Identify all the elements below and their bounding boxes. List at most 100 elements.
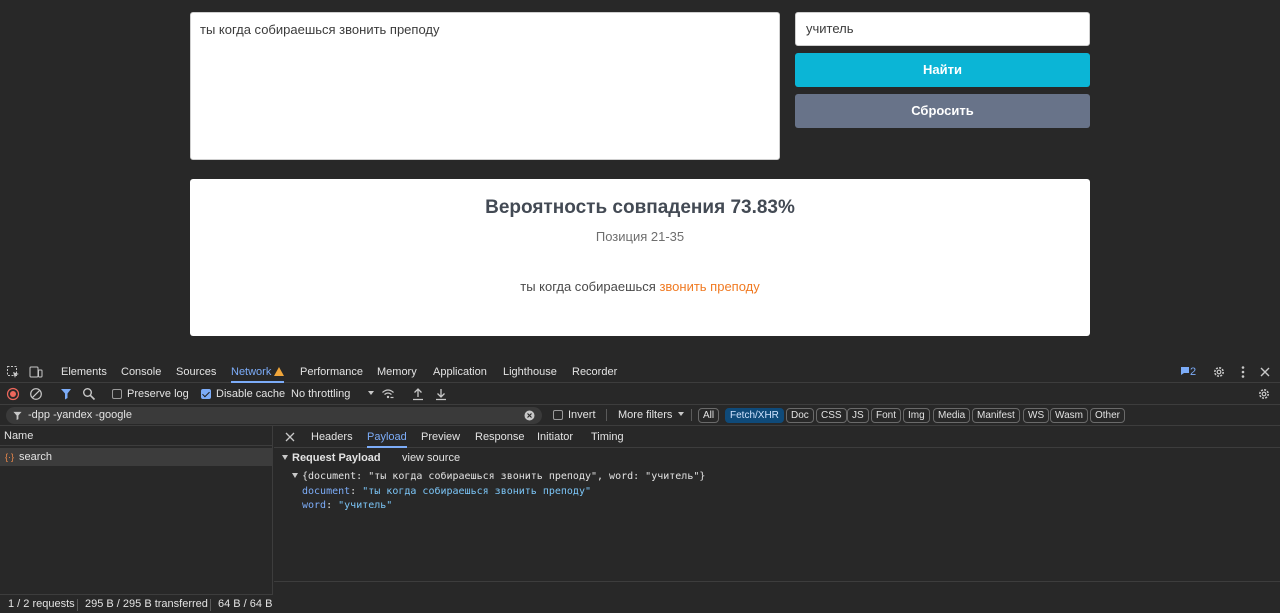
chip-manifest[interactable]: Manifest xyxy=(972,408,1020,423)
status-requests: 1 / 2 requests xyxy=(8,598,75,610)
word-input[interactable]: учитель xyxy=(795,12,1090,46)
tab-network-label: Network xyxy=(231,366,272,378)
issues-counter[interactable]: 2 xyxy=(1180,361,1196,383)
view-source-link[interactable]: view source xyxy=(402,452,460,464)
tab-sources[interactable]: Sources xyxy=(176,361,216,383)
issues-icon xyxy=(1181,367,1189,375)
disable-cache-checkbox[interactable] xyxy=(201,389,211,399)
tab-payload[interactable]: Payload xyxy=(367,426,407,448)
search-icon[interactable] xyxy=(82,387,96,401)
divider xyxy=(606,409,607,421)
tab-timing[interactable]: Timing xyxy=(591,426,624,448)
tab-memory[interactable]: Memory xyxy=(377,361,417,383)
export-har-icon[interactable] xyxy=(434,387,448,401)
result-text: ты когда собираешься звонить преподу xyxy=(190,279,1090,294)
name-column-header[interactable]: Name xyxy=(0,426,273,446)
find-button[interactable]: Найти xyxy=(795,53,1090,87)
result-text-highlight: звонить преподу xyxy=(659,279,760,294)
filter-input[interactable]: -dpp -yandex -google xyxy=(6,407,542,424)
tab-initiator[interactable]: Initiator xyxy=(537,426,573,448)
clear-filter-icon[interactable] xyxy=(524,410,535,421)
request-row[interactable]: {·} search xyxy=(0,448,273,466)
preserve-log-checkbox[interactable] xyxy=(112,389,122,399)
tab-lighthouse[interactable]: Lighthouse xyxy=(503,361,557,383)
divider xyxy=(691,409,692,421)
chip-font[interactable]: Font xyxy=(871,408,902,423)
request-detail-panel: Headers Payload Preview Response Initiat… xyxy=(274,426,1280,613)
device-toolbar-icon[interactable] xyxy=(29,365,43,379)
tab-performance[interactable]: Performance xyxy=(300,361,363,383)
more-filters-dropdown[interactable]: More filters xyxy=(618,404,685,426)
request-list: Name {·} search xyxy=(0,426,273,594)
chip-css[interactable]: CSS xyxy=(816,408,847,423)
field-value: "ты когда собираешься звонить преподу" xyxy=(362,486,591,497)
tab-application[interactable]: Application xyxy=(433,361,487,383)
status-transferred: 295 B / 295 B transferred xyxy=(85,598,208,610)
chip-other[interactable]: Other xyxy=(1090,408,1126,423)
filter-icon xyxy=(13,411,22,420)
tab-headers[interactable]: Headers xyxy=(311,426,353,448)
chip-wasm[interactable]: Wasm xyxy=(1050,408,1088,423)
tab-elements[interactable]: Elements xyxy=(61,361,107,383)
divider xyxy=(274,581,1280,582)
disable-cache-label: Disable cache xyxy=(216,388,286,400)
request-payload-title: Request Payload xyxy=(292,452,381,464)
detail-tab-bar: Headers Payload Preview Response Initiat… xyxy=(274,426,1280,448)
throttling-select[interactable]: No throttling xyxy=(291,383,375,405)
field-value: "учитель" xyxy=(338,500,393,511)
throttling-value: No throttling xyxy=(291,388,351,400)
warning-icon xyxy=(274,367,285,376)
payload-object-summary: {document: "ты когда собираешься звонить… xyxy=(302,471,706,482)
chip-media[interactable]: Media xyxy=(933,408,971,423)
result-position: Позиция 21-35 xyxy=(595,229,685,244)
triangle-down-icon xyxy=(282,455,288,460)
divider xyxy=(210,599,211,611)
xhr-icon: {·} xyxy=(5,452,15,462)
network-toolbar: Preserve log Disable cache No throttling xyxy=(0,383,1280,405)
filter-funnel-icon[interactable] xyxy=(60,387,74,401)
chip-js[interactable]: JS xyxy=(847,408,869,423)
close-detail-icon[interactable] xyxy=(285,432,295,442)
tab-console[interactable]: Console xyxy=(121,361,161,383)
divider xyxy=(77,599,78,611)
chevron-down-icon xyxy=(678,412,685,416)
settings-gear-icon[interactable] xyxy=(1212,365,1226,379)
payload-object[interactable]: {document: "ты когда собираешься звонить… xyxy=(292,471,705,482)
inspect-element-icon[interactable] xyxy=(6,365,20,379)
status-resources: 64 B / 64 B xyxy=(218,598,273,610)
chip-doc[interactable]: Doc xyxy=(786,408,814,423)
devtools-panel: Elements Console Sources Network Perform… xyxy=(0,361,1280,613)
issues-count: 2 xyxy=(1190,366,1197,378)
more-options-icon[interactable] xyxy=(1236,365,1250,379)
triangle-down-icon xyxy=(292,473,298,478)
chip-fetch-xhr[interactable]: Fetch/XHR xyxy=(725,408,784,423)
tab-preview[interactable]: Preview xyxy=(421,426,460,448)
document-textarea[interactable]: ты когда собираешься звонить преподу xyxy=(190,12,780,160)
devtools-tab-bar: Elements Console Sources Network Perform… xyxy=(0,361,1280,383)
record-stop-icon[interactable] xyxy=(6,387,20,401)
network-filter-bar: -dpp -yandex -google Invert More filters… xyxy=(0,405,1280,426)
chevron-down-icon xyxy=(368,391,375,395)
filter-value: -dpp -yandex -google xyxy=(28,409,132,421)
chip-img[interactable]: Img xyxy=(903,408,930,423)
invert-checkbox[interactable] xyxy=(553,410,563,420)
request-payload-header[interactable]: Request Payload xyxy=(282,452,381,464)
request-name: search xyxy=(19,451,53,463)
tab-recorder[interactable]: Recorder xyxy=(572,361,617,383)
payload-field-word: word: "учитель" xyxy=(302,500,393,511)
clear-log-icon[interactable] xyxy=(29,387,43,401)
chip-ws[interactable]: WS xyxy=(1023,408,1050,423)
invert-label: Invert xyxy=(568,409,596,421)
import-har-icon[interactable] xyxy=(411,387,425,401)
network-settings-gear-icon[interactable] xyxy=(1257,387,1271,401)
field-key: word xyxy=(302,500,327,511)
tab-response[interactable]: Response xyxy=(475,426,525,448)
web-page: ты когда собираешься звонить преподу учи… xyxy=(0,0,1280,361)
tab-network[interactable]: Network xyxy=(231,361,285,383)
chip-all[interactable]: All xyxy=(698,408,720,423)
close-devtools-icon[interactable] xyxy=(1258,365,1272,379)
network-conditions-icon[interactable] xyxy=(381,387,395,401)
result-text-plain: ты когда собираешься xyxy=(520,279,660,294)
reset-button[interactable]: Сбросить xyxy=(795,94,1090,128)
field-key: document xyxy=(302,486,351,497)
